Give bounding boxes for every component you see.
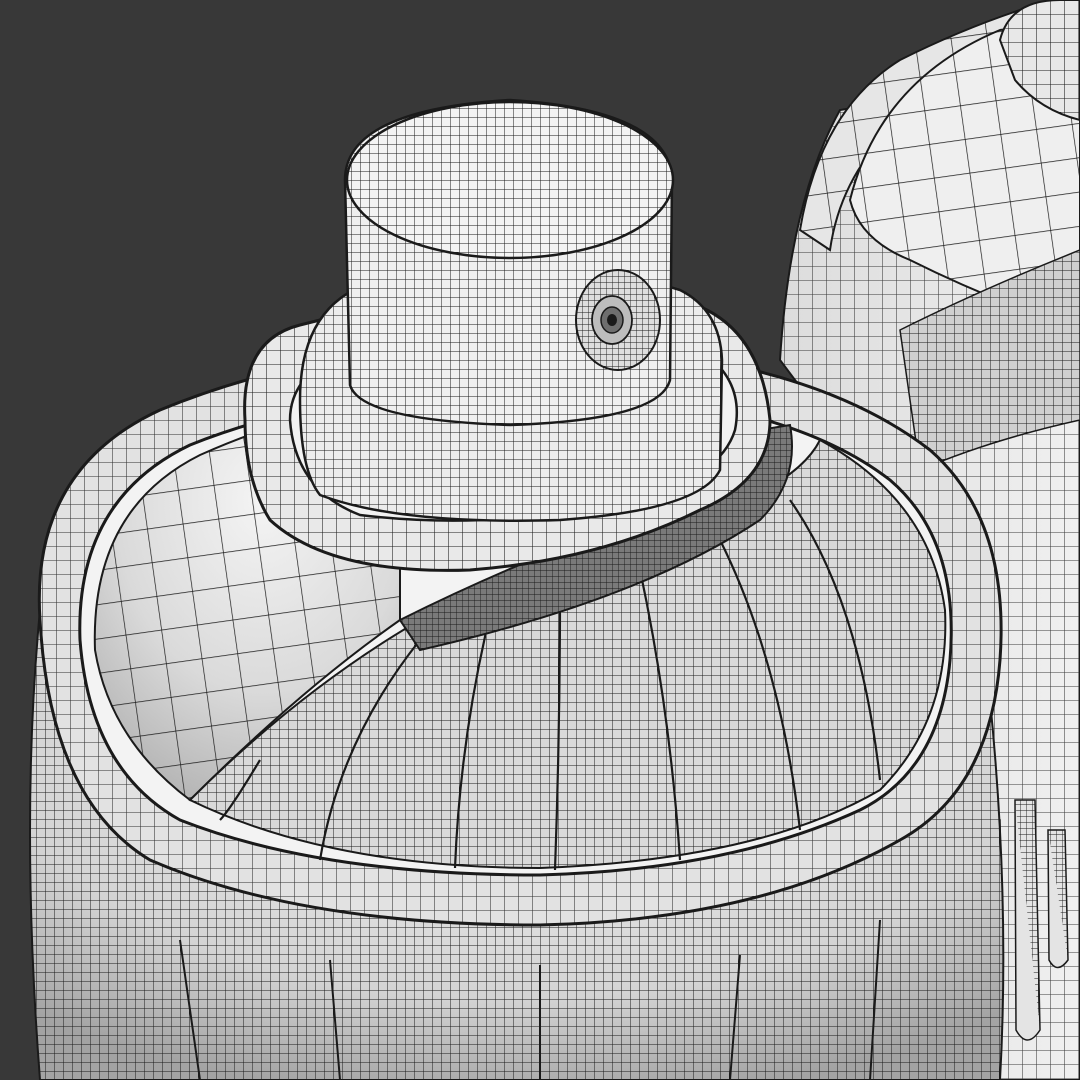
spray-nozzle-orifice [575, 269, 661, 371]
wireframe-render [29, 0, 1080, 1080]
